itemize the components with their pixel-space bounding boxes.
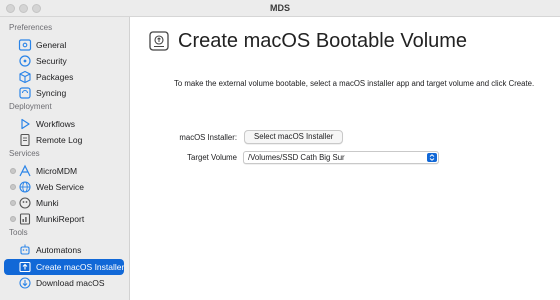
- sidebar-item-label: MunkiReport: [36, 214, 85, 224]
- sidebar-item-label: Download macOS: [36, 278, 105, 288]
- status-indicator-icon: [10, 216, 16, 222]
- sidebar-item-label: Workflows: [36, 119, 76, 129]
- sidebar-item-general[interactable]: General: [4, 37, 124, 53]
- status-indicator-icon: [10, 168, 16, 174]
- sidebar-item-label: MicroMDM: [36, 166, 78, 176]
- target-volume-value: /Volumes/SSD Cath Big Sur: [248, 153, 345, 162]
- title-bar: MDS: [0, 0, 560, 17]
- sync-arrows-icon: [19, 87, 31, 99]
- app-window: MDS Preferences General Security Package…: [0, 0, 560, 300]
- general-gear-icon: [18, 39, 32, 51]
- remote-log-document-icon: [20, 133, 30, 147]
- page-title: Create macOS Bootable Volume: [178, 30, 468, 52]
- section-preferences: Preferences: [9, 23, 53, 32]
- sidebar-item-create-macos-installer[interactable]: Create macOS Installer: [4, 259, 124, 275]
- sidebar-item-label: Create macOS Installer: [36, 262, 125, 272]
- sidebar-item-syncing[interactable]: Syncing: [4, 85, 124, 101]
- section-tools: Tools: [9, 228, 28, 237]
- micromdm-icon: [19, 164, 31, 177]
- target-volume-select[interactable]: /Volumes/SSD Cath Big Sur: [243, 151, 439, 164]
- window-title: MDS: [270, 3, 290, 13]
- workflow-play-icon: [21, 118, 30, 130]
- sidebar-item-automatons[interactable]: Automatons: [4, 242, 124, 258]
- sidebar-item-web-service[interactable]: Web Service: [4, 179, 124, 195]
- sidebar-item-label: Automatons: [36, 245, 82, 255]
- sidebar-item-label: General: [36, 40, 67, 50]
- target-volume-label: Target Volume: [187, 153, 237, 162]
- sidebar-item-download-macos[interactable]: Download macOS: [4, 275, 124, 291]
- web-service-globe-icon: [19, 181, 31, 193]
- section-deployment: Deployment: [9, 102, 52, 111]
- status-indicator-icon: [10, 184, 16, 190]
- download-macos-icon: [19, 277, 31, 289]
- package-box-icon: [19, 70, 31, 84]
- sidebar-item-munki[interactable]: Munki: [4, 195, 124, 211]
- munki-icon: [19, 197, 31, 209]
- sidebar-item-packages[interactable]: Packages: [4, 69, 124, 85]
- main-content: Create macOS Bootable Volume To make the…: [131, 17, 560, 300]
- macos-installer-label: macOS Installer:: [179, 133, 237, 142]
- sidebar-item-label: Security: [36, 56, 67, 66]
- sidebar-item-label: Packages: [36, 72, 74, 82]
- sidebar-item-micromdm[interactable]: MicroMDM: [4, 163, 124, 179]
- sidebar-item-label: Remote Log: [36, 135, 83, 145]
- page-description: To make the external volume bootable, se…: [174, 79, 535, 88]
- sidebar-item-security[interactable]: Security: [4, 53, 124, 69]
- sidebar-item-munkireport[interactable]: MunkiReport: [4, 211, 124, 227]
- security-shield-icon: [19, 55, 31, 67]
- sidebar: Preferences General Security Packages Sy…: [0, 17, 130, 300]
- munkireport-icon: [19, 213, 31, 225]
- sidebar-item-workflows[interactable]: Workflows: [4, 116, 124, 132]
- create-installer-icon: [19, 261, 31, 273]
- select-macos-installer-button[interactable]: Select macOS Installer: [244, 130, 344, 144]
- sidebar-item-label: Web Service: [36, 182, 85, 192]
- status-indicator-icon: [10, 200, 16, 206]
- automaton-robot-icon: [20, 244, 30, 255]
- section-services: Services: [9, 149, 40, 158]
- sidebar-item-label: Munki: [36, 198, 59, 208]
- bootable-drive-icon: [149, 31, 169, 51]
- sidebar-item-remote-log[interactable]: Remote Log: [4, 132, 124, 148]
- sidebar-item-label: Syncing: [36, 88, 67, 98]
- chevron-up-down-icon: [427, 153, 437, 162]
